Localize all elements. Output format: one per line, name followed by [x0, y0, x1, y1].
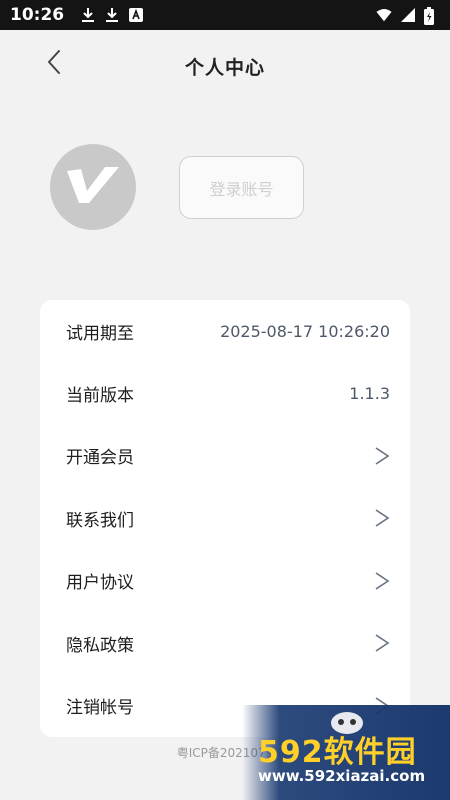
- chevron-right-icon: [374, 571, 390, 591]
- wifi-icon: [376, 7, 392, 23]
- status-right: [376, 7, 440, 25]
- back-button[interactable]: [38, 48, 70, 80]
- row-label: 注销帐号: [66, 698, 134, 719]
- settings-row-user-agreement[interactable]: 用户协议: [40, 550, 410, 612]
- a-icon: [128, 7, 144, 23]
- settings-row-membership[interactable]: 开通会员: [40, 425, 410, 487]
- v-logo-icon: [65, 165, 121, 209]
- download-icon: [80, 7, 96, 23]
- settings-row-contact[interactable]: 联系我们: [40, 487, 410, 549]
- battery-icon: [424, 7, 440, 25]
- avatar[interactable]: [50, 144, 136, 230]
- status-left: 10:26: [10, 5, 144, 25]
- watermark-url: www.592xiazai.com: [258, 767, 426, 785]
- settings-row-trial: 试用期至 2025-08-17 10:26:20: [40, 300, 410, 362]
- chevron-right-icon: [374, 696, 390, 716]
- status-time: 10:26: [10, 5, 65, 25]
- row-label: 开通会员: [66, 448, 134, 469]
- settings-row-privacy[interactable]: 隐私政策: [40, 612, 410, 674]
- chevron-right-icon: [374, 633, 390, 653]
- settings-card: 试用期至 2025-08-17 10:26:20 当前版本 1.1.3 开通会员…: [40, 300, 410, 737]
- row-label: 联系我们: [66, 510, 134, 531]
- icp-record[interactable]: 粤ICP备2021079: [0, 744, 450, 761]
- status-bar: 10:26: [0, 0, 450, 30]
- row-label: 当前版本: [66, 386, 134, 407]
- chevron-right-icon: [374, 446, 390, 466]
- login-button[interactable]: 登录账号: [179, 156, 304, 219]
- header: 个人中心: [0, 30, 450, 102]
- page-title: 个人中心: [184, 56, 265, 79]
- row-label: 隐私政策: [66, 635, 134, 656]
- settings-row-version: 当前版本 1.1.3: [40, 362, 410, 424]
- chevron-left-icon: [46, 49, 62, 79]
- signal-icon: [400, 7, 416, 23]
- version-value: 1.1.3: [349, 384, 390, 404]
- chevron-right-icon: [374, 508, 390, 528]
- trial-expiry-value: 2025-08-17 10:26:20: [220, 321, 390, 341]
- download-icon: [104, 7, 120, 23]
- row-label: 用户协议: [66, 573, 134, 594]
- settings-row-delete-account[interactable]: 注销帐号: [40, 674, 410, 736]
- row-label: 试用期至: [66, 323, 134, 344]
